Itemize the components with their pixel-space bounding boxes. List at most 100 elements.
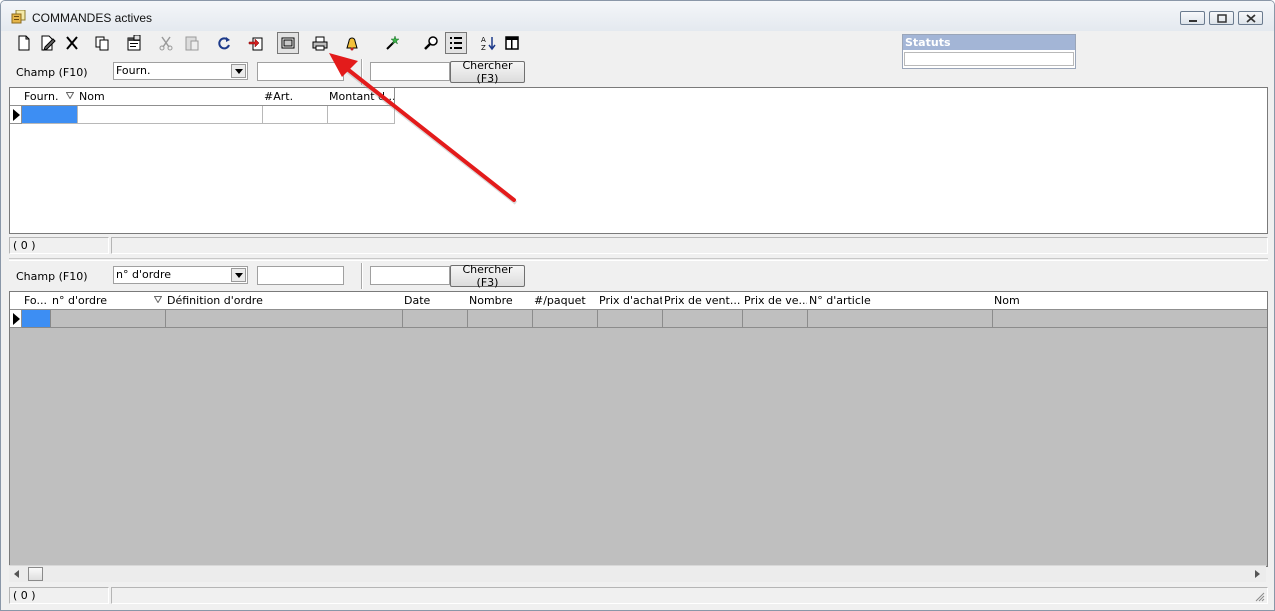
restore-icon	[1217, 14, 1227, 23]
current-row-icon	[13, 109, 20, 121]
refresh-button[interactable]	[213, 32, 235, 54]
print-button[interactable]	[309, 32, 331, 54]
chevron-down-icon	[235, 69, 243, 74]
column-header[interactable]: Prix de ve...	[742, 292, 808, 310]
sort-icon: AZ	[481, 36, 496, 51]
column-header[interactable]: Montant d...	[327, 88, 395, 106]
top-search-input[interactable]	[257, 62, 344, 81]
properties-icon	[127, 35, 141, 51]
top-record-count: ( 0 )	[9, 237, 109, 254]
table-cell[interactable]	[50, 310, 166, 328]
paste-button[interactable]	[181, 32, 203, 54]
sort-button[interactable]: AZ	[477, 32, 499, 54]
table-cell[interactable]	[77, 106, 263, 124]
bottom-search-input[interactable]	[257, 266, 344, 285]
separator	[361, 263, 363, 289]
table-cell[interactable]	[532, 310, 598, 328]
svg-text:A: A	[481, 36, 486, 44]
restore-button[interactable]	[1209, 11, 1234, 25]
table-cell[interactable]	[402, 310, 468, 328]
bottom-search-button[interactable]: Chercher (F3)	[450, 263, 525, 289]
import-icon	[248, 37, 263, 51]
wand-icon	[386, 35, 400, 50]
columns-icon	[505, 36, 519, 50]
table-cell[interactable]	[742, 310, 808, 328]
sort-indicator-icon	[154, 296, 162, 303]
bottom-field-value: n° d'ordre	[116, 268, 172, 281]
table-cell[interactable]	[992, 310, 1267, 328]
toolbar: AZ	[11, 31, 571, 55]
column-header[interactable]: Définition d'ordre	[165, 292, 403, 310]
minimize-icon	[1189, 20, 1197, 22]
scrollbar-thumb[interactable]	[28, 567, 43, 581]
columns-button[interactable]	[501, 32, 523, 54]
pane-splitter[interactable]	[9, 258, 1268, 261]
column-header[interactable]: Prix de vent...	[662, 292, 743, 310]
alert-button[interactable]	[341, 32, 363, 54]
cut-button[interactable]	[155, 32, 177, 54]
commandes-window: COMMANDES actives A Z Statuts Champ (F10…	[0, 0, 1275, 611]
column-header[interactable]: #Art.	[262, 88, 328, 106]
column-header[interactable]: Nom	[992, 292, 1267, 310]
minimize-button[interactable]	[1180, 11, 1205, 25]
delete-button[interactable]	[61, 32, 83, 54]
table-cell[interactable]	[262, 106, 328, 124]
table-cell[interactable]	[467, 310, 533, 328]
bottom-search-input-2[interactable]	[370, 266, 450, 285]
find-icon	[424, 36, 438, 50]
table-cell[interactable]	[662, 310, 743, 328]
preview-icon	[281, 37, 295, 49]
separator	[361, 59, 363, 85]
scroll-right-icon[interactable]	[1255, 570, 1261, 578]
properties-button[interactable]	[123, 32, 145, 54]
table-cell[interactable]	[327, 106, 395, 124]
new-document-icon	[18, 35, 30, 51]
import-button[interactable]	[245, 32, 267, 54]
bottom-field-label: Champ (F10)	[16, 270, 88, 283]
list-view-icon	[450, 37, 462, 49]
column-header[interactable]: Fourn.	[22, 88, 78, 106]
selected-cell[interactable]	[22, 310, 51, 328]
top-search-button[interactable]: Chercher (F3)	[450, 59, 525, 85]
preview-button[interactable]	[277, 32, 299, 54]
top-combo-arrow[interactable]	[231, 64, 246, 78]
print-icon	[312, 36, 328, 51]
list-view-button[interactable]	[445, 32, 467, 54]
top-search-input-2[interactable]	[370, 62, 450, 81]
statuts-panel: Statuts	[902, 34, 1076, 69]
table-row[interactable]	[10, 310, 1267, 328]
resize-grip-icon[interactable]	[1253, 590, 1265, 602]
copy-button[interactable]	[91, 32, 113, 54]
app-icon	[11, 9, 27, 24]
table-cell[interactable]	[597, 310, 663, 328]
scroll-left-icon[interactable]	[14, 570, 20, 578]
column-header[interactable]: Nombre	[467, 292, 533, 310]
statuts-field[interactable]	[904, 52, 1074, 66]
column-header[interactable]: Fo...	[22, 292, 51, 310]
sort-indicator-icon	[66, 92, 74, 99]
edit-button[interactable]	[37, 32, 59, 54]
table-cell[interactable]	[165, 310, 403, 328]
top-field-combo[interactable]: Fourn.	[113, 62, 248, 80]
disabled-paste-icon	[185, 36, 199, 51]
column-header[interactable]: Prix d'achat	[597, 292, 663, 310]
column-header[interactable]: Nom	[77, 88, 263, 106]
find-button[interactable]	[421, 32, 443, 54]
bottom-status-panel	[111, 587, 1268, 604]
new-button[interactable]	[13, 32, 35, 54]
title-bar[interactable]: COMMANDES actives	[1, 1, 1274, 31]
bell-icon	[346, 37, 358, 51]
bottom-field-combo[interactable]: n° d'ordre	[113, 266, 248, 284]
top-field-label: Champ (F10)	[16, 66, 88, 79]
bottom-grid: Fo... n° d'ordre Définition d'ordre Date…	[9, 291, 1268, 567]
column-header[interactable]: n° d'ordre	[50, 292, 166, 310]
close-window-button[interactable]	[1238, 11, 1263, 25]
selected-cell[interactable]	[22, 106, 78, 124]
column-header[interactable]: N° d'article	[807, 292, 993, 310]
column-header[interactable]: #/paquet	[532, 292, 598, 310]
wizard-button[interactable]	[381, 32, 403, 54]
column-header[interactable]: Date	[402, 292, 468, 310]
bottom-combo-arrow[interactable]	[231, 268, 246, 282]
horizontal-scrollbar[interactable]	[9, 565, 1266, 582]
table-cell[interactable]	[807, 310, 993, 328]
